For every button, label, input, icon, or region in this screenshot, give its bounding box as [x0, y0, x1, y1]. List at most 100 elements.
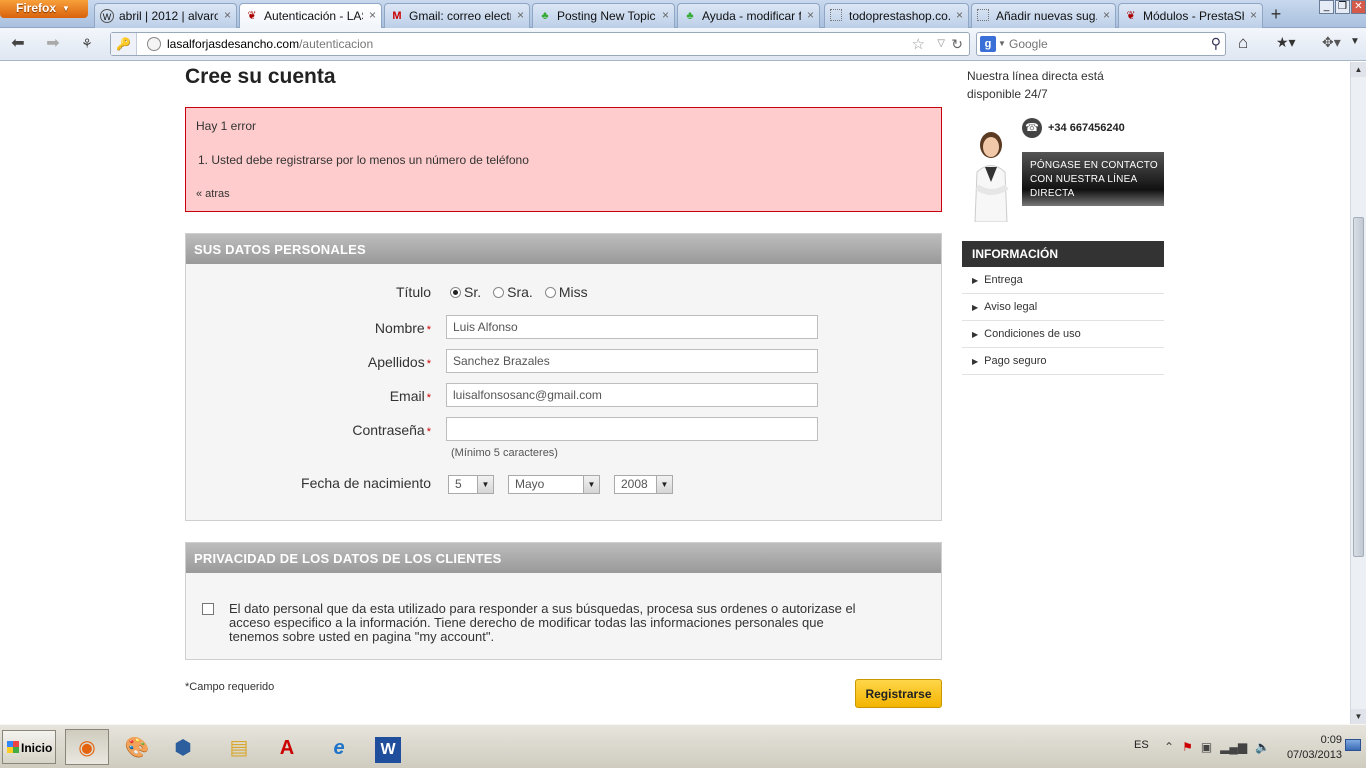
birth-year-select[interactable]: 2008 ▼ — [614, 475, 673, 494]
radio-button[interactable] — [493, 286, 505, 298]
info-link-entrega[interactable]: ▶ Entrega — [962, 267, 1164, 294]
minimize-icon[interactable]: _ — [1319, 0, 1334, 14]
scroll-down-icon[interactable]: ▼ — [1351, 709, 1366, 724]
prestashop-icon: ❦ — [247, 10, 257, 22]
close-icon[interactable]: × — [956, 8, 963, 22]
back-arrow-icon[interactable]: ⬅ — [7, 34, 29, 54]
language-indicator[interactable]: ES — [1134, 739, 1149, 751]
caret-right-icon: ▶ — [972, 330, 979, 339]
support-agent-image — [974, 132, 1009, 222]
title-label: Título — [395, 284, 431, 300]
chevron-down-icon[interactable]: ▼ — [1350, 36, 1360, 47]
action-center-flag-icon[interactable]: ⚑ — [1182, 740, 1193, 754]
tab-wordpress[interactable]: W abril | 2012 | alvaro... × — [94, 3, 237, 28]
window-controls: _ ❐ ✕ — [1318, 0, 1366, 16]
error-box: Hay 1 error 1. Usted debe registrarse po… — [185, 107, 942, 212]
chevron-down-icon[interactable]: ▼ — [998, 39, 1006, 48]
restore-icon[interactable]: ❐ — [1335, 0, 1350, 14]
email-field[interactable] — [446, 383, 818, 407]
acrobat-icon[interactable]: A — [265, 729, 309, 765]
firefox-icon[interactable]: ◉ — [65, 729, 109, 765]
new-tab-button[interactable]: + — [1265, 5, 1287, 25]
virtualbox-icon[interactable]: ⬢ — [161, 729, 205, 765]
reload-icon[interactable]: ↻ — [951, 36, 963, 53]
info-link-aviso-legal[interactable]: ▶ Aviso legal — [962, 294, 1164, 321]
tab-modulos[interactable]: ❦ Módulos - PrestaSh... × — [1118, 3, 1263, 28]
word-logo: W — [375, 737, 401, 763]
register-button[interactable]: Registrarse — [855, 679, 942, 708]
device-icon[interactable]: ▣ — [1201, 740, 1212, 754]
close-icon[interactable]: × — [369, 8, 376, 22]
close-icon[interactable]: × — [662, 8, 669, 22]
back-link[interactable]: « atras — [196, 188, 230, 200]
tab-posting-topic[interactable]: ♣ Posting New Topic -... × — [532, 3, 675, 28]
close-icon[interactable]: × — [517, 8, 524, 22]
radio-sr[interactable]: Sr. — [450, 284, 481, 300]
radio-label: Miss — [558, 284, 588, 300]
clock-time: 0:09 — [1320, 734, 1342, 746]
explorer-folder-icon[interactable]: ▤ — [217, 729, 261, 765]
info-link-pago-seguro[interactable]: ▶ Pago seguro — [962, 348, 1164, 375]
password-field[interactable] — [446, 417, 818, 441]
select-value: 5 — [455, 477, 462, 491]
history-icon[interactable]: ⚘ — [76, 34, 98, 54]
word-icon[interactable]: W — [366, 729, 410, 765]
tab-todoprestashop[interactable]: todoprestashop.co... × — [824, 3, 969, 28]
email-label: Email * — [390, 388, 431, 404]
close-icon[interactable]: × — [1250, 8, 1257, 22]
info-link-condiciones[interactable]: ▶ Condiciones de uso — [962, 321, 1164, 348]
contact-hotline-button[interactable]: Póngase en contacto con nuestra línea di… — [1022, 152, 1164, 206]
close-icon[interactable]: × — [224, 8, 231, 22]
password-hint: (Mínimo 5 caracteres) — [451, 447, 558, 459]
search-icon[interactable]: ⚲ — [1211, 35, 1221, 52]
url-text[interactable]: lasalforjasdesancho.com/autenticacion — [167, 37, 373, 51]
birth-month-select[interactable]: Mayo ▼ — [508, 475, 600, 494]
search-bar: g ▼ ⚲ — [976, 32, 1226, 56]
last-name-field[interactable] — [446, 349, 818, 373]
google-icon[interactable]: g — [980, 36, 996, 52]
start-button[interactable]: Inicio — [2, 730, 56, 764]
tab-sugerencias[interactable]: Añadir nuevas sug... × — [971, 3, 1116, 28]
chevron-down-icon: ▼ — [62, 4, 70, 13]
tab-ayuda[interactable]: ♣ Ayuda - modificar f... × — [677, 3, 820, 28]
chevron-down-icon: ▼ — [583, 476, 599, 493]
privacy-text: El dato personal que da esta utilizado p… — [229, 601, 856, 644]
tab-title: Ayuda - modificar f... — [702, 9, 801, 23]
birth-day-select[interactable]: 5 ▼ — [448, 475, 494, 494]
home-icon[interactable]: ⌂ — [1238, 33, 1248, 53]
bookmark-star-icon[interactable]: ☆ — [912, 35, 925, 53]
radio-button[interactable] — [544, 286, 556, 298]
close-icon[interactable]: × — [807, 8, 814, 22]
clock[interactable]: 0:09 07/03/2013 — [1284, 733, 1342, 763]
url-domain: lasalforjasdesancho.com — [167, 37, 300, 51]
first-name-field[interactable] — [446, 315, 818, 339]
radio-button[interactable] — [450, 286, 461, 298]
close-icon[interactable]: × — [1103, 8, 1110, 22]
internet-explorer-icon[interactable]: e — [317, 729, 361, 765]
url-dropdown-icon[interactable]: ▽ — [937, 38, 945, 49]
bookmarks-menu-icon[interactable]: ★▾ — [1276, 34, 1296, 51]
info-heading: INFORMACIÓN — [962, 241, 1164, 267]
vertical-scrollbar[interactable]: ▲ ▼ — [1350, 62, 1366, 724]
show-desktop-icon[interactable] — [1345, 739, 1361, 751]
radio-miss[interactable]: Miss — [544, 284, 588, 300]
paint-icon[interactable]: 🎨 — [115, 729, 159, 765]
volume-icon[interactable]: 🔈 — [1255, 740, 1270, 754]
search-input[interactable] — [1009, 36, 1189, 52]
chevron-up-icon[interactable]: ⌃ — [1164, 740, 1174, 754]
close-window-icon[interactable]: ✕ — [1351, 0, 1366, 14]
network-signal-icon[interactable]: ▂▄▆ — [1220, 740, 1247, 754]
forward-arrow-icon[interactable]: ➡ — [42, 34, 64, 54]
url-bar[interactable]: 🔑 lasalforjasdesancho.com/autenticacion … — [110, 32, 970, 56]
scroll-up-icon[interactable]: ▲ — [1351, 62, 1366, 77]
label-text: Apellidos — [367, 354, 425, 370]
firefox-menu-button[interactable]: Firefox ▼ — [0, 0, 88, 18]
radio-sra[interactable]: Sra. — [493, 284, 533, 300]
tab-gmail[interactable]: M Gmail: correo electr... × — [384, 3, 530, 28]
tab-bar: Firefox ▼ W abril | 2012 | alvaro... × ❦ … — [0, 0, 1366, 29]
site-identity-key-icon[interactable]: 🔑 — [111, 33, 137, 55]
addon-icon[interactable]: ✥▾ — [1322, 34, 1341, 51]
scrollbar-thumb[interactable] — [1353, 217, 1364, 557]
privacy-checkbox[interactable] — [202, 603, 214, 615]
tab-autenticacion[interactable]: ❦ Autenticación - LAS... × — [239, 3, 382, 29]
